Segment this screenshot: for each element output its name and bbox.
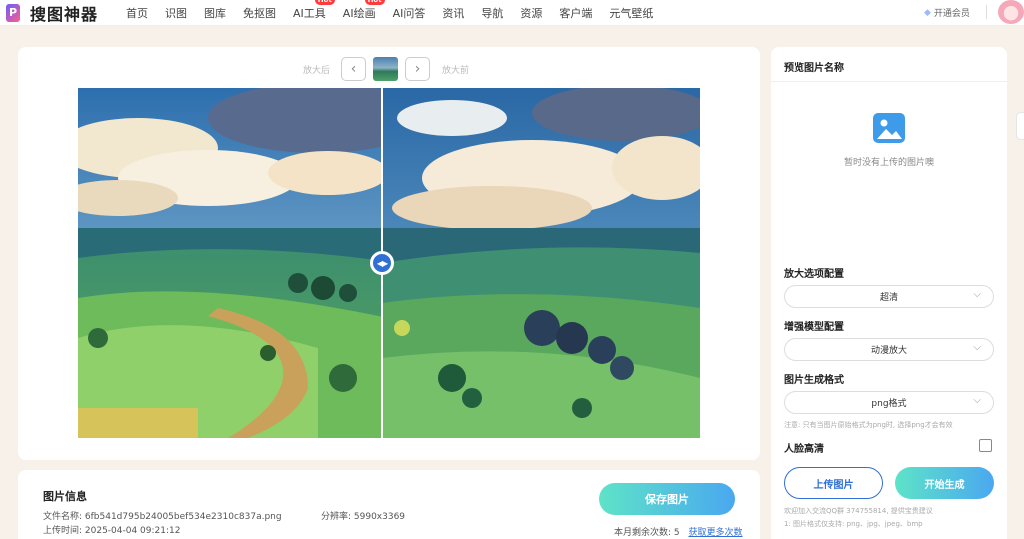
nav-item[interactable]: 资源 <box>520 5 542 21</box>
next-image-button[interactable]: › <box>405 57 430 81</box>
vip-label: 开通会员 <box>933 9 970 19</box>
nav-item-label: 免抠图 <box>243 6 277 20</box>
before-label: 放大前 <box>442 66 470 76</box>
quota-text: 本月剩余次数: 5 <box>614 528 680 538</box>
face-enhance-label: 人脸高清 <box>784 444 824 455</box>
vip-link[interactable]: ◆ 开通会员 <box>924 6 970 20</box>
nav-menu: 首页识图图库免抠图AI工具HotAI绘画HotAI问答资讯导航资源客户端元气壁纸 <box>126 0 670 21</box>
nav-item[interactable]: 首页 <box>126 5 148 21</box>
hot-badge: Hot <box>364 0 385 5</box>
save-image-button[interactable]: 保存图片 <box>599 483 735 515</box>
nav-item[interactable]: 导航 <box>481 5 503 21</box>
nav-item-label: 资讯 <box>442 6 465 20</box>
after-image <box>78 88 382 438</box>
compare-controls: 放大后 ‹ › 放大前 <box>18 57 760 81</box>
nav-item[interactable]: 客户端 <box>559 5 592 21</box>
zoom-option-value: 超清 <box>879 293 898 303</box>
empty-state-text: 暂时没有上传的图片噢 <box>843 158 934 168</box>
nav-item[interactable]: 图库 <box>204 5 226 21</box>
compare-slider-handle[interactable]: ◀▶ <box>370 251 394 275</box>
preview-title: 预览图片名称 <box>771 47 1007 82</box>
format-note: 注意: 只有当图片原始格式为png时, 选择png才会有效 <box>784 421 953 429</box>
logo-text: 搜图神器 <box>30 4 99 24</box>
chevron-right-icon: › <box>414 61 421 77</box>
side-expand-tab[interactable] <box>1016 112 1024 140</box>
info-filename: 文件名称: 6fb541d795b24005bef534e2310c837a.p… <box>43 512 282 522</box>
nav-item[interactable]: 资讯 <box>442 5 464 21</box>
chevron-down-icon: ⌵ <box>973 342 981 353</box>
nav-item[interactable]: AI问答 <box>393 5 426 21</box>
nav-item-label: 图库 <box>204 6 227 20</box>
nav-item-label: 元气壁纸 <box>609 6 654 20</box>
format-option-title: 图片生成格式 <box>784 375 844 386</box>
start-generate-button[interactable]: 开始生成 <box>895 467 994 499</box>
avatar[interactable] <box>998 0 1024 24</box>
quota-info: 本月剩余次数: 5 获取更多次数 <box>614 525 743 538</box>
logo[interactable]: P 搜图神器 <box>6 1 98 25</box>
info-resolution: 分辨率: 5990x3369 <box>321 512 406 522</box>
model-option-value: 动漫放大 <box>870 346 907 356</box>
zoom-option-title: 放大选项配置 <box>784 269 844 280</box>
format-option-select[interactable]: png格式 ⌵ <box>784 391 994 414</box>
top-navbar: P 搜图神器 首页识图图库免抠图AI工具HotAI绘画HotAI问答资讯导航资源… <box>0 0 1024 26</box>
nav-item-label: AI问答 <box>392 6 426 20</box>
image-info-card: 图片信息 文件名称: 6fb541d795b24005bef534e2310c8… <box>18 470 760 539</box>
nav-item-label: 导航 <box>481 6 504 20</box>
nav-item-label: 资源 <box>520 6 543 20</box>
image-thumbnail[interactable] <box>373 57 398 81</box>
nav-item-label: AI工具 <box>293 6 326 20</box>
info-upload-time: 上传时间: 2025-04-04 09:21:12 <box>43 526 181 536</box>
before-image <box>382 88 700 438</box>
nav-item[interactable]: 识图 <box>165 5 187 21</box>
chevron-left-icon: ‹ <box>350 61 357 77</box>
chevron-down-icon: ⌵ <box>973 395 981 406</box>
nav-item[interactable]: 元气壁纸 <box>609 5 653 21</box>
info-title: 图片信息 <box>43 490 87 503</box>
footer-qq-text: 欢迎加入交流QQ群 374755814, 提供宝贵建议 <box>784 507 933 515</box>
nav-item-label: 识图 <box>165 6 188 20</box>
compare-card: 放大后 ‹ › 放大前 ◀▶ <box>18 47 760 460</box>
after-label: 放大后 <box>303 66 331 76</box>
upload-image-button[interactable]: 上传图片 <box>784 467 883 499</box>
nav-divider <box>986 5 987 19</box>
format-option-value: png格式 <box>871 399 907 409</box>
settings-panel: 预览图片名称 暂时没有上传的图片噢 放大选项配置 超清 ⌵ 增强模型配置 动漫放… <box>771 47 1007 539</box>
nav-item-label: AI绘画 <box>342 6 376 20</box>
prev-image-button[interactable]: ‹ <box>341 57 366 81</box>
nav-item-label: 首页 <box>126 6 149 20</box>
image-placeholder-icon <box>873 113 905 143</box>
nav-item[interactable]: AI绘画Hot <box>342 0 385 21</box>
compare-viewer[interactable]: ◀▶ <box>78 88 700 438</box>
face-enhance-checkbox[interactable] <box>979 439 992 452</box>
model-option-title: 增强模型配置 <box>784 322 844 333</box>
model-option-select[interactable]: 动漫放大 ⌵ <box>784 338 994 361</box>
chevron-down-icon: ⌵ <box>973 289 981 300</box>
zoom-option-select[interactable]: 超清 ⌵ <box>784 285 994 308</box>
hot-badge: Hot <box>314 0 335 5</box>
get-more-quota-link[interactable]: 获取更多次数 <box>689 528 743 538</box>
nav-item[interactable]: AI工具Hot <box>293 0 335 21</box>
nav-item-label: 客户端 <box>559 6 593 20</box>
diamond-icon: ◆ <box>924 7 931 18</box>
logo-icon: P <box>6 3 20 22</box>
footer-formats-text: 1: 图片格式仅支持: png、jpg、jpeg、bmp <box>784 520 923 528</box>
nav-item[interactable]: 免抠图 <box>243 5 276 21</box>
